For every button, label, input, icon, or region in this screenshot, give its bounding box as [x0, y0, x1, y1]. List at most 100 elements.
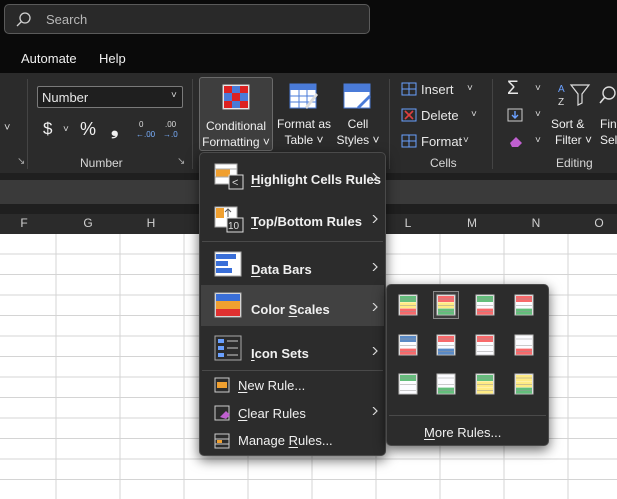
menu-highlight-cells-rules[interactable]: < Highlight Cells Rules	[201, 154, 384, 196]
cell-styles-label-1[interactable]: Cell	[333, 117, 383, 132]
chevron-down-icon[interactable]: ˅	[535, 109, 541, 120]
color-scale-icon	[514, 334, 534, 356]
format-button[interactable]: Format	[421, 134, 462, 149]
color-scale-swatch[interactable]	[433, 291, 459, 319]
fill-icon[interactable]	[507, 108, 523, 122]
color-scale-swatch[interactable]	[473, 371, 497, 397]
search-box[interactable]: Search	[4, 4, 370, 34]
find-select-icon	[599, 86, 616, 104]
color-scale-swatch[interactable]	[396, 371, 420, 397]
delete-button[interactable]: Delete	[421, 108, 459, 123]
svg-text:10: 10	[228, 221, 240, 232]
chevron-down-icon[interactable]: ˅	[471, 109, 477, 120]
menu-color-scales[interactable]: Color Scales	[201, 285, 384, 326]
number-format-value: Number	[42, 90, 89, 105]
number-format-dropdown[interactable]: Number ˅	[37, 86, 183, 108]
sort-filter-label-2[interactable]: Filter ˅	[555, 133, 599, 148]
column-header-h[interactable]: H	[141, 216, 161, 230]
menu-manage-rules[interactable]: Manage Rules...	[201, 428, 384, 454]
comma-style-button[interactable]: ❟	[111, 118, 118, 140]
svg-text:Z: Z	[558, 97, 564, 108]
svg-text:.00: .00	[165, 120, 177, 129]
more-rules-accesskey: M	[424, 425, 435, 440]
menu-data-bars[interactable]: Data Bars	[201, 243, 384, 285]
chevron-down-icon[interactable]: ˅	[4, 122, 10, 134]
color-scale-swatch[interactable]	[473, 332, 497, 358]
format-as-table-label-1[interactable]: Format as	[275, 117, 333, 132]
menu-highlight-label: ighlight Cells Rules	[260, 172, 382, 187]
top-bottom-icon: 10	[214, 206, 244, 233]
column-header-o[interactable]: O	[589, 216, 609, 230]
color-scales-icon	[214, 292, 242, 318]
menu-newrule-accesskey: N	[238, 378, 248, 393]
color-scale-icon	[514, 294, 534, 316]
cell-styles-label-2[interactable]: Styles ˅	[333, 133, 383, 148]
menu-new-rule[interactable]: New Rule...	[201, 372, 384, 398]
currency-button[interactable]: $	[43, 119, 52, 139]
svg-text:←.00: ←.00	[136, 130, 156, 139]
color-scale-icon	[514, 373, 534, 395]
dialog-launcher-icon[interactable]: ↘	[177, 156, 185, 167]
column-header-n[interactable]: N	[526, 216, 546, 230]
chevron-right-icon	[372, 303, 378, 311]
column-header-g[interactable]: G	[78, 216, 98, 230]
menu-clearrules-label: lear Rules	[247, 406, 306, 421]
insert-cells-icon	[401, 82, 417, 96]
chevron-down-icon[interactable]: ˅	[463, 135, 469, 146]
column-header-m[interactable]: M	[462, 216, 482, 230]
svg-text:<: <	[232, 177, 238, 189]
menu-bar: Automate Help	[0, 44, 617, 73]
sort-filter-label-1[interactable]: Sort &	[551, 117, 595, 132]
color-scale-swatch[interactable]	[434, 371, 458, 397]
color-scale-swatch[interactable]	[434, 332, 458, 358]
increase-decimal-icon[interactable]: 0 ←.00	[134, 119, 156, 139]
dialog-launcher-icon[interactable]: ↘	[17, 156, 25, 167]
conditional-formatting-label-1: Conditional	[205, 119, 267, 133]
chevron-down-icon[interactable]: ˅	[63, 124, 69, 135]
group-label-editing: Editing	[556, 156, 593, 170]
color-scale-icon	[398, 334, 418, 356]
insert-button[interactable]: Insert	[421, 82, 454, 97]
menu-highlight-accesskey: H	[251, 172, 261, 187]
find-select-label-1[interactable]: Fin	[600, 117, 617, 132]
column-header-l[interactable]: L	[398, 216, 418, 230]
menu-icon-sets[interactable]: Icon Sets	[201, 327, 384, 369]
chevron-down-icon[interactable]: ˅	[535, 83, 541, 94]
new-rule-icon	[214, 377, 230, 393]
menu-help[interactable]: Help	[99, 51, 126, 66]
color-scale-icon	[398, 294, 418, 316]
more-rules-button[interactable]: More Rules...	[424, 425, 501, 440]
menu-iconsets-label: con Sets	[254, 346, 309, 361]
chevron-down-icon[interactable]: ˅	[535, 135, 541, 146]
chevron-down-icon[interactable]: ˅	[467, 83, 473, 94]
group-label-cells: Cells	[430, 156, 457, 170]
color-scale-icon	[398, 373, 418, 395]
menu-top-bottom-rules[interactable]: 10 Top/Bottom Rules	[201, 197, 384, 239]
autosum-icon[interactable]: Σ	[507, 78, 519, 100]
color-scale-swatch[interactable]	[396, 332, 420, 358]
color-scale-swatch[interactable]	[396, 292, 420, 318]
color-scale-swatch[interactable]	[512, 292, 536, 318]
menu-databars-accesskey: D	[251, 262, 261, 277]
svg-text:A: A	[558, 84, 565, 95]
conditional-formatting-button[interactable]: Conditional Formatting ˅	[199, 77, 273, 151]
menu-automate[interactable]: Automate	[21, 51, 77, 66]
color-scale-swatch[interactable]	[512, 332, 536, 358]
chevron-down-icon: ˅	[171, 90, 177, 101]
more-rules-label: ore Rules...	[434, 425, 502, 440]
icon-sets-icon	[214, 335, 242, 361]
percent-button[interactable]: %	[80, 119, 96, 140]
clear-eraser-icon[interactable]	[507, 134, 525, 148]
column-header-f[interactable]: F	[14, 216, 34, 230]
menu-topbottom-label: op/Bottom Rules	[257, 214, 362, 229]
menu-clear-rules[interactable]: Clear Rules	[201, 400, 384, 426]
conditional-formatting-label-2: Formatting ˅	[202, 135, 270, 149]
format-as-table-label-2[interactable]: Table ˅	[275, 133, 333, 148]
clear-rules-icon	[214, 405, 230, 421]
color-scale-swatch[interactable]	[512, 371, 536, 397]
decrease-decimal-icon[interactable]: .00 →.0	[161, 119, 183, 139]
chevron-right-icon	[372, 347, 378, 355]
color-scale-swatch[interactable]	[473, 292, 497, 318]
color-scales-submenu: More Rules...	[386, 284, 549, 446]
find-select-label-2[interactable]: Sele	[600, 133, 617, 148]
